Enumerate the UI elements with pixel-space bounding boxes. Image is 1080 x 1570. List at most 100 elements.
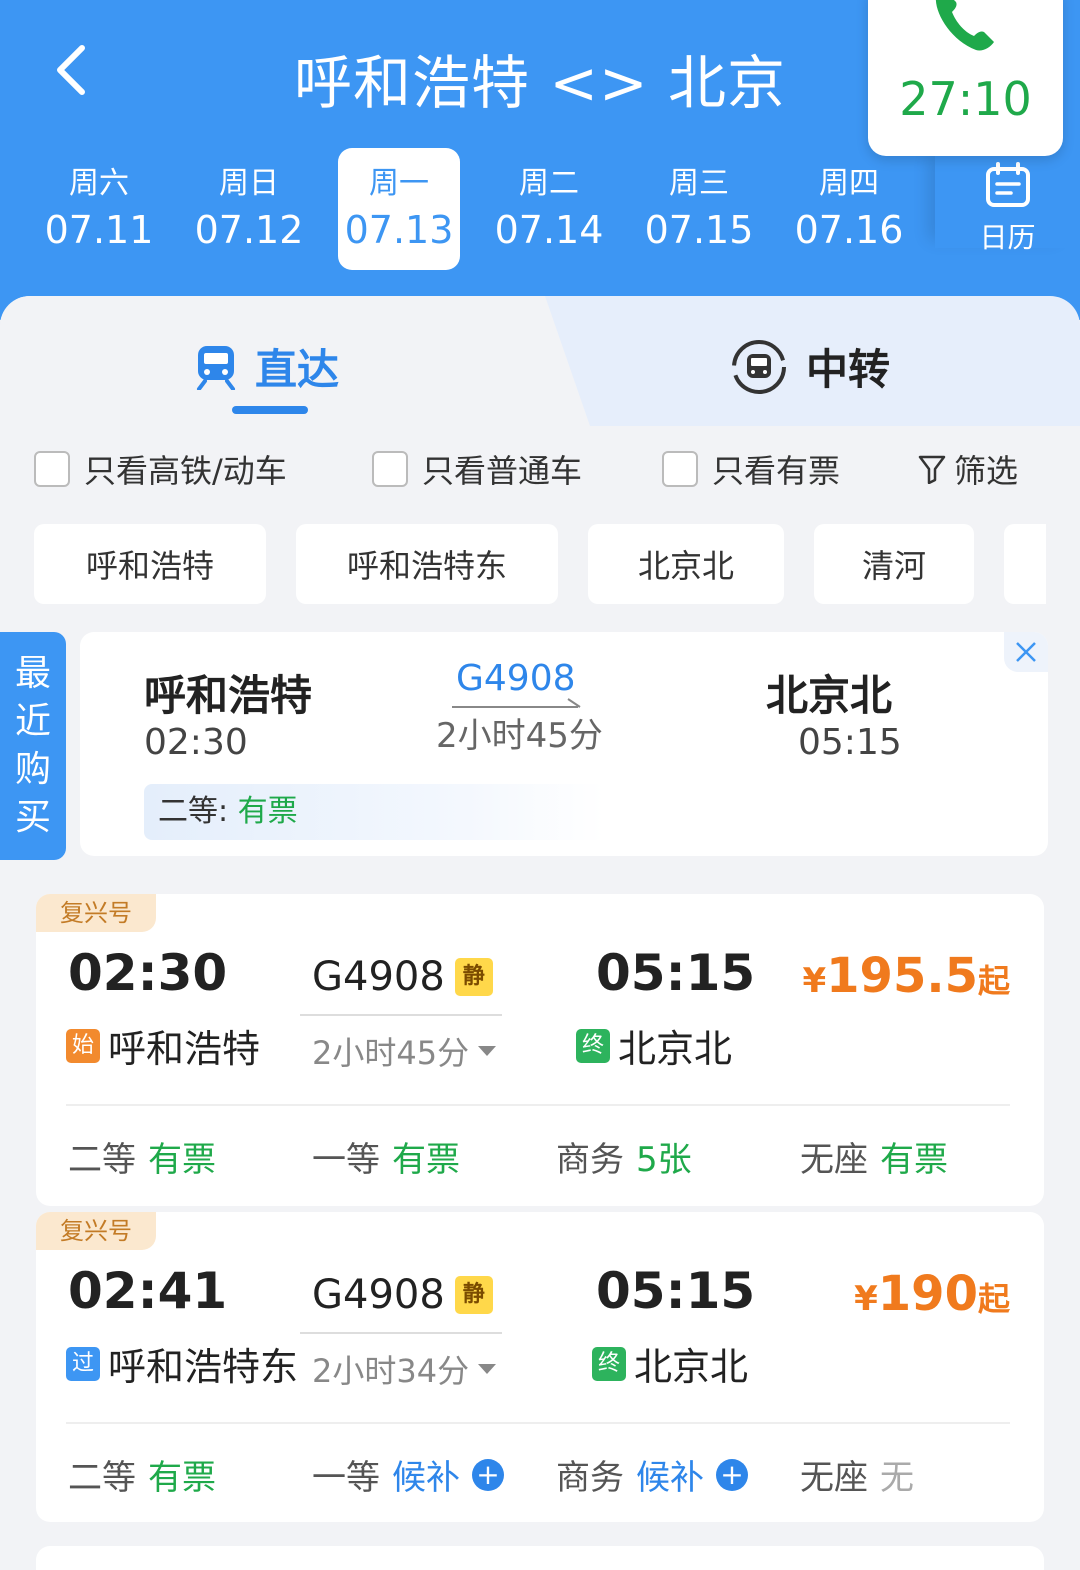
date-tab-0711[interactable]: 周六 07.11 — [38, 148, 160, 270]
back-button[interactable] — [40, 38, 100, 102]
terminus-badge: 终 — [592, 1346, 626, 1381]
seat-first-class[interactable]: 一等 候补 + — [312, 1450, 504, 1499]
tab-direct[interactable]: 直达 — [195, 336, 339, 397]
call-timer-widget[interactable]: 27:10 — [868, 0, 1063, 156]
seat-standing: 无座 无 — [800, 1450, 914, 1499]
route-line — [300, 1014, 502, 1016]
call-timer-text: 27:10 — [899, 72, 1032, 126]
date-tab-0715[interactable]: 周三 07.15 — [638, 148, 760, 270]
checkbox-box[interactable] — [34, 451, 70, 487]
station-chip-label: 呼和浩特东 — [346, 547, 507, 585]
seat-status: 5张 — [636, 1140, 692, 1180]
date-tab-0712[interactable]: 周日 07.12 — [188, 148, 310, 270]
from-station-name: 呼和浩特 — [108, 1027, 261, 1071]
train-number: G4908 静 — [312, 1272, 493, 1318]
seat-status: 有票 — [148, 1458, 216, 1498]
station-chip-more[interactable] — [1004, 524, 1046, 604]
arrive-time: 05:15 — [596, 1262, 756, 1320]
caret-down-icon — [478, 1046, 497, 1056]
train-number-text: G4908 — [312, 1272, 445, 1318]
to-station: 终 北京北 — [592, 1336, 748, 1391]
tab-transfer[interactable]: 中转 — [730, 336, 890, 397]
train-card-next[interactable] — [36, 1546, 1044, 1570]
to-station: 终 北京北 — [576, 1018, 732, 1073]
price-value: 190 — [877, 1266, 978, 1322]
date-weekday: 周四 — [819, 166, 879, 201]
seat-second-class: 二等 有票 — [68, 1450, 216, 1499]
seat-class: 一等 — [312, 1458, 380, 1498]
station-chip-qinghe[interactable]: 清河 — [814, 524, 974, 604]
date-weekday: 周六 — [69, 166, 129, 201]
date-value: 07.12 — [194, 208, 304, 252]
checkbox-box[interactable] — [372, 451, 408, 487]
seat-status: 有票 — [148, 1140, 216, 1180]
calendar-icon — [985, 162, 1030, 207]
date-tab-0714[interactable]: 周二 07.14 — [488, 148, 610, 270]
date-value: 07.14 — [494, 208, 604, 252]
waitlist-add-icon[interactable]: + — [472, 1458, 504, 1491]
date-tab-0716[interactable]: 周四 07.16 — [788, 148, 910, 270]
calendar-button[interactable]: 日历 — [935, 148, 1080, 254]
price-symbol: ¥ — [854, 1279, 878, 1319]
duration-toggle[interactable]: 2小时34分 — [312, 1346, 497, 1392]
seat-second-class: 二等 有票 — [68, 1132, 216, 1181]
checkbox-box[interactable] — [662, 451, 698, 487]
checkbox-high-speed[interactable]: 只看高铁/动车 — [34, 446, 287, 492]
seat-status: 有票 — [880, 1140, 948, 1180]
price-suffix: 起 — [977, 1280, 1010, 1318]
filter-button[interactable]: 筛选 — [918, 446, 1018, 492]
recent-tag-char: 近 — [14, 701, 51, 742]
page-title: 呼和浩特 <> 北京 — [293, 49, 787, 117]
quiet-carriage-badge: 静 — [454, 958, 493, 996]
date-value: 07.15 — [644, 208, 754, 252]
tab-transfer-label: 中转 — [806, 345, 891, 394]
station-chip-label: 北京北 — [637, 547, 734, 585]
seat-status: 无 — [880, 1458, 914, 1498]
checkbox-regular-train[interactable]: 只看普通车 — [372, 446, 582, 492]
train-brand-tag: 复兴号 — [36, 894, 156, 932]
date-tab-0713[interactable]: 周一 07.13 — [338, 148, 460, 270]
recent-purchase-tag[interactable]: 最 近 购 买 — [0, 632, 66, 860]
arrive-time: 05:15 — [596, 944, 756, 1002]
recent-seat-class: 二等: — [158, 794, 229, 829]
checkbox-available[interactable]: 只看有票 — [662, 446, 840, 492]
station-chip-beijing-north[interactable]: 北京北 — [588, 524, 784, 604]
duration-toggle[interactable]: 2小时45分 — [312, 1028, 497, 1074]
price-value: 195.5 — [826, 948, 978, 1004]
seat-class: 一等 — [312, 1140, 380, 1180]
tab-direct-label: 直达 — [255, 345, 340, 394]
recent-seat-status: 有票 — [237, 794, 298, 829]
caret-down-icon — [478, 1364, 497, 1374]
waitlist-add-icon[interactable]: + — [716, 1458, 748, 1491]
card-divider — [66, 1422, 1010, 1424]
price: ¥195.5起 — [802, 948, 1010, 1004]
seat-status: 有票 — [392, 1140, 460, 1180]
depart-time: 02:41 — [68, 1262, 228, 1320]
back-arrow-icon — [57, 45, 85, 95]
train-card-g4908-0241[interactable]: 复兴号 02:41 过 呼和浩特东 G4908 静 2小时34分 05:15 终… — [36, 1212, 1044, 1522]
seat-business-class[interactable]: 商务 候补 + — [556, 1450, 748, 1499]
checkbox-label: 只看有票 — [712, 452, 841, 490]
recent-tag-char: 买 — [14, 797, 51, 838]
recent-seat-info: 二等: 有票 — [144, 784, 604, 840]
to-station-name: 北京北 — [634, 1345, 749, 1389]
recent-depart-time: 02:30 — [144, 722, 248, 763]
train-brand-tag: 复兴号 — [36, 1212, 156, 1250]
train-icon — [197, 345, 235, 390]
station-chip-hohhot[interactable]: 呼和浩特 — [34, 524, 266, 604]
recent-purchase-card[interactable]: 呼和浩特 02:30 G4908 2小时45分 北京北 05:15 二等: 有票 — [80, 632, 1048, 856]
train-card-g4908-0230[interactable]: 复兴号 02:30 始 呼和浩特 G4908 静 2小时45分 05:15 终 … — [36, 894, 1044, 1206]
date-value: 07.13 — [344, 208, 454, 252]
calendar-label: 日历 — [979, 221, 1036, 254]
station-chip-hohhot-east[interactable]: 呼和浩特东 — [296, 524, 558, 604]
mode-tabs: 直达 中转 — [0, 296, 1080, 426]
transfer-icon — [732, 339, 786, 394]
phone-icon — [935, 0, 994, 51]
recent-close-button[interactable] — [1004, 632, 1048, 672]
date-value: 07.16 — [794, 208, 904, 252]
recent-from-station: 呼和浩特 — [144, 671, 313, 720]
pass-through-badge: 过 — [66, 1346, 100, 1381]
checkbox-label: 只看普通车 — [422, 452, 583, 490]
to-station-name: 北京北 — [618, 1027, 733, 1071]
date-weekday: 周三 — [669, 166, 729, 201]
